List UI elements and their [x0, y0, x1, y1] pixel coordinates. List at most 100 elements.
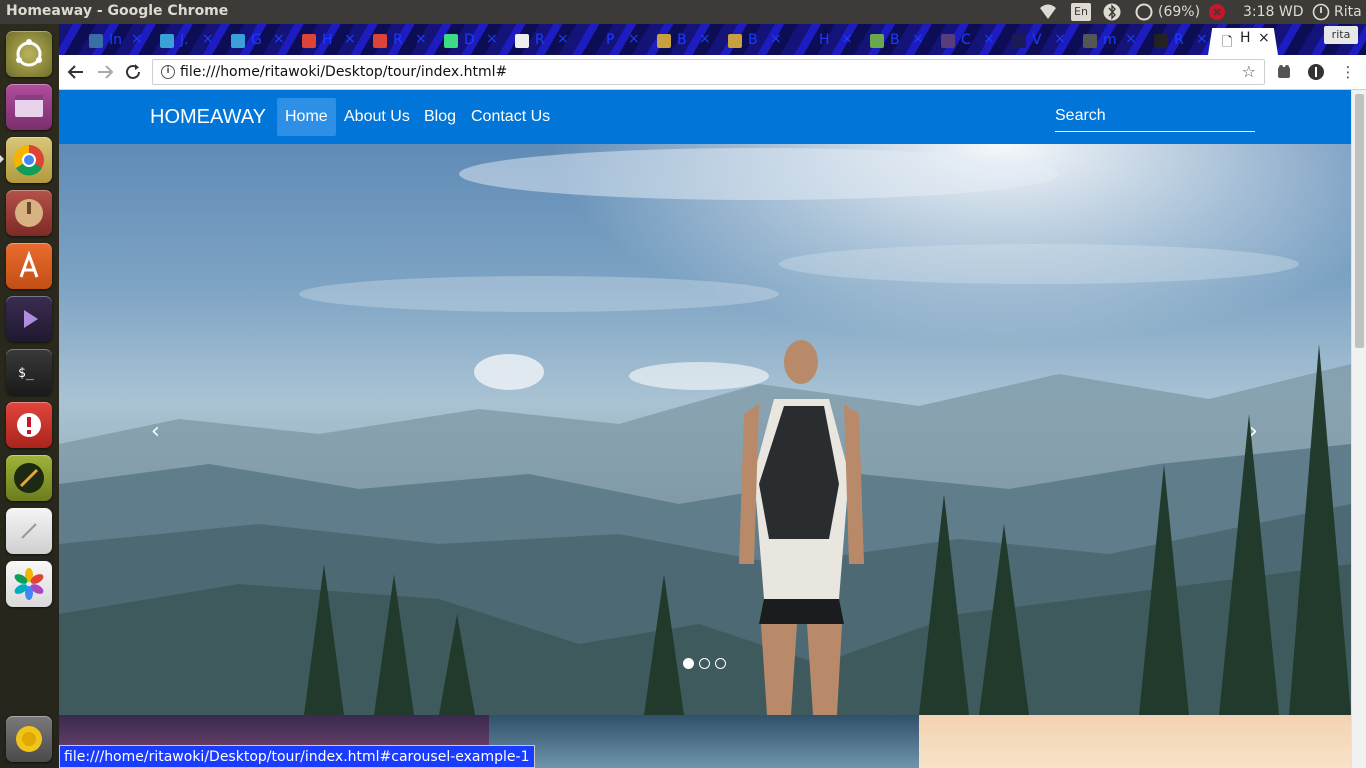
- tab-item[interactable]: R ×: [1136, 27, 1208, 55]
- tab-close-button[interactable]: ×: [202, 31, 214, 47]
- tab-close-button[interactable]: ×: [273, 31, 285, 47]
- notes-icon[interactable]: [6, 508, 52, 554]
- tab-item[interactable]: B ×: [852, 27, 924, 55]
- carousel-prev-button[interactable]: ‹: [151, 419, 160, 444]
- tab-item[interactable]: B ×: [710, 27, 782, 55]
- tab-item[interactable]: C ×: [923, 27, 995, 55]
- mail-icon: [160, 34, 174, 48]
- tab-item[interactable]: R ×: [355, 27, 427, 55]
- archive-manager-icon[interactable]: [6, 190, 52, 236]
- back-icon[interactable]: [65, 61, 87, 83]
- frog-icon: [870, 34, 884, 48]
- tab-item[interactable]: D ×: [426, 27, 498, 55]
- address-bar[interactable]: i file:///home/ritawoki/Desktop/tour/ind…: [152, 59, 1265, 85]
- tab-label: H: [819, 32, 830, 48]
- tab-close-button[interactable]: ×: [344, 31, 356, 47]
- url-text[interactable]: file:///home/ritawoki/Desktop/tour/index…: [180, 64, 507, 80]
- carousel-next-button[interactable]: ›: [1249, 419, 1258, 444]
- tab-close-button[interactable]: ×: [983, 31, 995, 47]
- tab-close-button[interactable]: ×: [486, 31, 498, 47]
- tab-close-button[interactable]: ×: [1258, 30, 1270, 46]
- tab-item[interactable]: B ×: [639, 27, 711, 55]
- tab-item[interactable]: G ×: [213, 27, 285, 55]
- tab-item[interactable]: J. ×: [142, 27, 214, 55]
- media-player-icon[interactable]: [6, 296, 52, 342]
- feature-card-3[interactable]: [919, 715, 1351, 768]
- tab-label: G: [251, 32, 262, 48]
- nav-about-us[interactable]: About Us: [336, 98, 418, 136]
- beer-icon: [657, 34, 671, 48]
- keyboard-layout-indicator[interactable]: En: [1071, 3, 1091, 21]
- photos-icon[interactable]: [6, 561, 52, 607]
- bookmark-star-icon[interactable]: ☆: [1242, 62, 1256, 81]
- github-icon: [1154, 34, 1168, 48]
- tab-close-button[interactable]: ×: [557, 31, 569, 47]
- carousel-indicator-2[interactable]: [699, 658, 710, 669]
- window-title: Homeaway - Google Chrome: [6, 3, 229, 19]
- hash-icon: [1083, 34, 1097, 48]
- info-icon[interactable]: i: [161, 65, 175, 79]
- android-icon: [444, 34, 458, 48]
- tab-close-button[interactable]: ×: [628, 31, 640, 47]
- nav-blog[interactable]: Blog: [416, 98, 464, 136]
- tab-close-button[interactable]: ×: [1196, 31, 1208, 47]
- update-notifier-icon[interactable]: [6, 402, 52, 448]
- tab-close-button[interactable]: ×: [912, 31, 924, 47]
- forward-icon[interactable]: [94, 61, 116, 83]
- tab-close-button[interactable]: ×: [131, 31, 143, 47]
- tab-label: R: [535, 32, 545, 48]
- tab-item[interactable]: m ×: [1065, 27, 1137, 55]
- ubuntu-dash-icon[interactable]: [6, 31, 52, 77]
- chrome-icon[interactable]: [6, 137, 52, 183]
- software-center-icon[interactable]: [6, 243, 52, 289]
- site-brand[interactable]: HOMEAWAY: [150, 106, 266, 129]
- battery-icon[interactable]: [1135, 3, 1153, 21]
- tab-item[interactable]: V ×: [994, 27, 1066, 55]
- tab-close-button[interactable]: ×: [1054, 31, 1066, 47]
- tab-item[interactable]: In ×: [71, 27, 143, 55]
- bluetooth-icon[interactable]: [1103, 3, 1121, 21]
- tab-item[interactable]: P ×: [568, 27, 640, 55]
- beer-icon: [728, 34, 742, 48]
- tab-label: B: [677, 32, 687, 48]
- notification-error-icon[interactable]: [1208, 3, 1226, 21]
- user-name[interactable]: Rita: [1334, 3, 1362, 21]
- trash-icon[interactable]: [6, 716, 52, 762]
- nav-home[interactable]: Home: [277, 98, 336, 136]
- tab-close-button[interactable]: ×: [415, 31, 427, 47]
- link-status-bubble: file:///home/ritawoki/Desktop/tour/index…: [59, 745, 535, 768]
- text-editor-icon[interactable]: [6, 455, 52, 501]
- vpn-extension-icon[interactable]: [1306, 62, 1326, 82]
- tab-label: H: [322, 32, 333, 48]
- reload-icon[interactable]: [122, 61, 144, 83]
- system-top-panel: Homeaway - Google Chrome En (69%) 3:18 W…: [0, 0, 1366, 24]
- session-menu-icon[interactable]: [1312, 3, 1330, 21]
- tab-close-button[interactable]: ×: [770, 31, 782, 47]
- nav-contact-us[interactable]: Contact Us: [463, 98, 558, 136]
- tab-label: C: [961, 32, 971, 48]
- search-input[interactable]: [1055, 102, 1255, 130]
- extension-icon[interactable]: [1274, 62, 1294, 82]
- wifi-icon[interactable]: [1039, 3, 1057, 21]
- carousel-indicator-3[interactable]: [715, 658, 726, 669]
- tab-item[interactable]: R ×: [497, 27, 569, 55]
- tab-label: B: [890, 32, 900, 48]
- page-scrollbar[interactable]: [1351, 90, 1366, 768]
- tab-close-button[interactable]: ×: [841, 31, 853, 47]
- tab-active[interactable]: 🗋 H ×: [1208, 28, 1278, 55]
- file-manager-icon[interactable]: [6, 84, 52, 130]
- profile-badge[interactable]: rita: [1324, 26, 1358, 44]
- terminal-icon[interactable]: $_: [6, 349, 52, 395]
- tab-item[interactable]: H ×: [781, 27, 853, 55]
- clock[interactable]: 3:18 WD: [1243, 3, 1304, 21]
- tab-item[interactable]: H ×: [284, 27, 356, 55]
- menu-icon[interactable]: ⋮: [1338, 62, 1358, 82]
- scrollbar-thumb[interactable]: [1355, 94, 1364, 348]
- tab-label: m: [1103, 32, 1117, 48]
- tab-close-button[interactable]: ×: [699, 31, 711, 47]
- carousel-indicator-1[interactable]: [683, 658, 694, 669]
- feature-card-2[interactable]: [489, 715, 919, 768]
- tab-close-button[interactable]: ×: [1125, 31, 1137, 47]
- doc-icon: [89, 34, 103, 48]
- running-indicator: [0, 155, 4, 163]
